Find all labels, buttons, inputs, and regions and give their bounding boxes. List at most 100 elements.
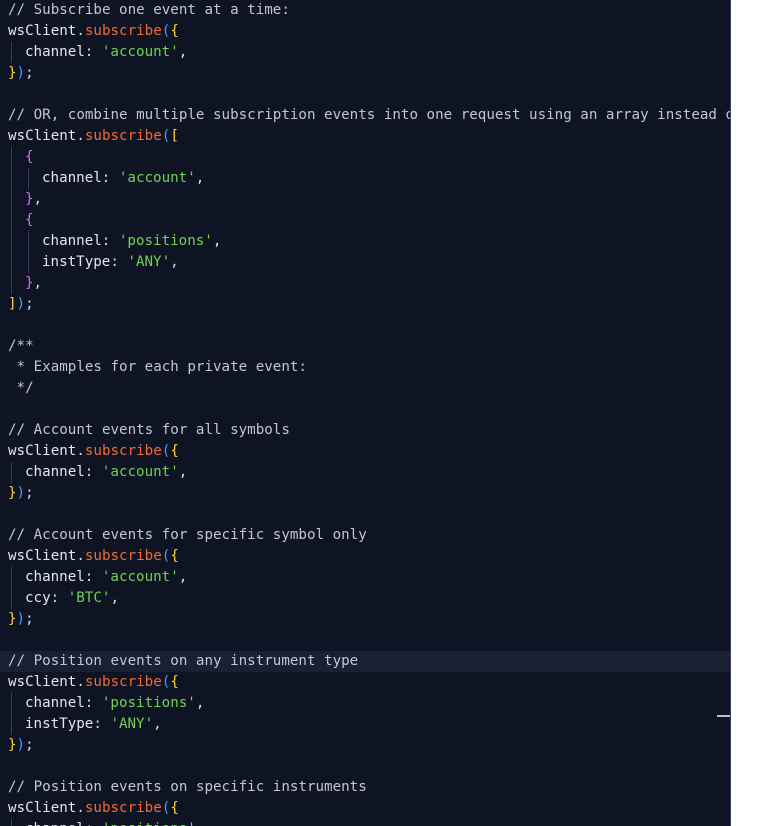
indent-guide bbox=[11, 252, 12, 273]
code-token-b1: } bbox=[8, 737, 17, 753]
code-token-b1: } bbox=[8, 485, 17, 501]
code-line[interactable]: wsClient.subscribe({ bbox=[0, 546, 730, 567]
code-line[interactable]: instType: 'ANY', bbox=[0, 252, 730, 273]
code-token-var: wsClient bbox=[8, 548, 77, 564]
code-token-comment: // OR, combine multiple subscription eve… bbox=[8, 107, 730, 123]
indent-guide bbox=[11, 210, 12, 231]
code-token-key: channel bbox=[42, 170, 102, 186]
code-token-string: 'positions' bbox=[101, 695, 196, 711]
code-line[interactable] bbox=[0, 84, 730, 105]
code-token-punct: , bbox=[212, 233, 222, 249]
code-token-method: subscribe bbox=[84, 674, 162, 690]
code-token-var: wsClient bbox=[8, 443, 77, 459]
code-token-key: instType bbox=[42, 254, 111, 270]
code-line[interactable]: { bbox=[0, 147, 730, 168]
code-token-b3: ) bbox=[16, 65, 26, 81]
indent-guide bbox=[11, 567, 12, 588]
code-token-punct: : bbox=[101, 170, 119, 186]
code-line[interactable]: ]); bbox=[0, 294, 730, 315]
code-token-string: 'positions' bbox=[118, 233, 213, 249]
code-token-key: channel bbox=[25, 464, 85, 480]
code-line[interactable]: wsClient.subscribe({ bbox=[0, 441, 730, 462]
code-line[interactable]: channel: 'positions', bbox=[0, 819, 730, 826]
code-token-string: 'account' bbox=[101, 464, 179, 480]
code-token-punct: . bbox=[76, 128, 85, 144]
code-token-b1: } bbox=[8, 611, 17, 627]
code-token-b1: { bbox=[170, 674, 179, 690]
code-token-key: channel bbox=[25, 569, 85, 585]
code-line[interactable]: channel: 'account', bbox=[0, 168, 730, 189]
code-line[interactable]: // Subscribe one event at a time: bbox=[0, 0, 730, 21]
code-token-b1: { bbox=[170, 443, 179, 459]
code-token-var: wsClient bbox=[8, 800, 77, 816]
code-line[interactable]: */ bbox=[0, 378, 730, 399]
code-line[interactable]: /** bbox=[0, 336, 730, 357]
code-line[interactable]: // Account events for all symbols bbox=[0, 420, 730, 441]
code-line[interactable]: // Position events on specific instrumen… bbox=[0, 777, 730, 798]
code-token-punct: : bbox=[84, 44, 102, 60]
code-token-punct: , bbox=[178, 44, 188, 60]
code-token-b3: ) bbox=[16, 737, 26, 753]
code-token-string: 'account' bbox=[101, 569, 179, 585]
code-line[interactable]: // Position events on any instrument typ… bbox=[0, 651, 730, 672]
code-line[interactable] bbox=[0, 756, 730, 777]
right-pane bbox=[731, 0, 758, 826]
code-token-punct: ; bbox=[25, 65, 34, 81]
code-line[interactable]: channel: 'account', bbox=[0, 462, 730, 483]
code-token-punct: . bbox=[76, 548, 85, 564]
code-line[interactable]: channel: 'positions', bbox=[0, 693, 730, 714]
code-line[interactable] bbox=[0, 504, 730, 525]
code-line[interactable]: // OR, combine multiple subscription eve… bbox=[0, 105, 730, 126]
code-line[interactable]: }); bbox=[0, 609, 730, 630]
code-line[interactable]: // Account events for specific symbol on… bbox=[0, 525, 730, 546]
scrollbar-marker[interactable] bbox=[717, 715, 730, 717]
code-token-b2: { bbox=[25, 212, 34, 228]
code-lines: // Subscribe one event at a time: wsClien… bbox=[0, 0, 730, 826]
code-line[interactable]: }); bbox=[0, 63, 730, 84]
indent-guide bbox=[11, 147, 12, 168]
code-line[interactable]: channel: 'account', bbox=[0, 42, 730, 63]
code-token-key: channel bbox=[42, 233, 102, 249]
code-token-punct: : bbox=[110, 254, 128, 270]
code-line[interactable]: ccy: 'BTC', bbox=[0, 588, 730, 609]
code-token-b2: } bbox=[25, 191, 34, 207]
code-token-comment: // Account events for specific symbol on… bbox=[8, 527, 367, 543]
code-line[interactable]: { bbox=[0, 210, 730, 231]
code-line[interactable]: channel: 'account', bbox=[0, 567, 730, 588]
indent-guide bbox=[11, 693, 12, 714]
code-token-method: subscribe bbox=[84, 800, 162, 816]
code-line[interactable]: * Examples for each private event: bbox=[0, 357, 730, 378]
code-token-punct: , bbox=[178, 569, 188, 585]
code-token-key: channel bbox=[25, 821, 85, 826]
code-token-key: ccy bbox=[25, 590, 51, 606]
code-token-punct: : bbox=[101, 233, 119, 249]
indent-guide bbox=[28, 168, 29, 189]
code-token-b2: { bbox=[25, 149, 34, 165]
indent-guide bbox=[11, 189, 12, 210]
code-line[interactable]: }); bbox=[0, 483, 730, 504]
code-token-key: instType bbox=[25, 716, 94, 732]
code-token-punct: : bbox=[84, 569, 102, 585]
code-line[interactable]: wsClient.subscribe({ bbox=[0, 798, 730, 819]
code-token-punct: , bbox=[178, 464, 188, 480]
code-line[interactable]: }, bbox=[0, 189, 730, 210]
code-token-punct: ; bbox=[25, 485, 34, 501]
code-line[interactable]: wsClient.subscribe({ bbox=[0, 672, 730, 693]
code-line[interactable] bbox=[0, 630, 730, 651]
code-line[interactable]: }, bbox=[0, 273, 730, 294]
indent-guide bbox=[11, 819, 12, 826]
code-line[interactable]: }); bbox=[0, 735, 730, 756]
code-line[interactable]: wsClient.subscribe({ bbox=[0, 21, 730, 42]
code-line[interactable]: wsClient.subscribe([ bbox=[0, 126, 730, 147]
code-token-comment: // Account events for all symbols bbox=[8, 422, 290, 438]
code-token-punct: , bbox=[196, 821, 205, 826]
code-line[interactable]: channel: 'positions', bbox=[0, 231, 730, 252]
code-token-punct: ; bbox=[25, 296, 34, 312]
code-line[interactable] bbox=[0, 315, 730, 336]
code-line[interactable] bbox=[0, 399, 730, 420]
code-token-string: 'account' bbox=[118, 170, 196, 186]
code-token-punct: : bbox=[84, 464, 102, 480]
code-line[interactable]: instType: 'ANY', bbox=[0, 714, 730, 735]
code-token-method: subscribe bbox=[84, 23, 162, 39]
code-editor[interactable]: // Subscribe one event at a time: wsClien… bbox=[0, 0, 730, 826]
